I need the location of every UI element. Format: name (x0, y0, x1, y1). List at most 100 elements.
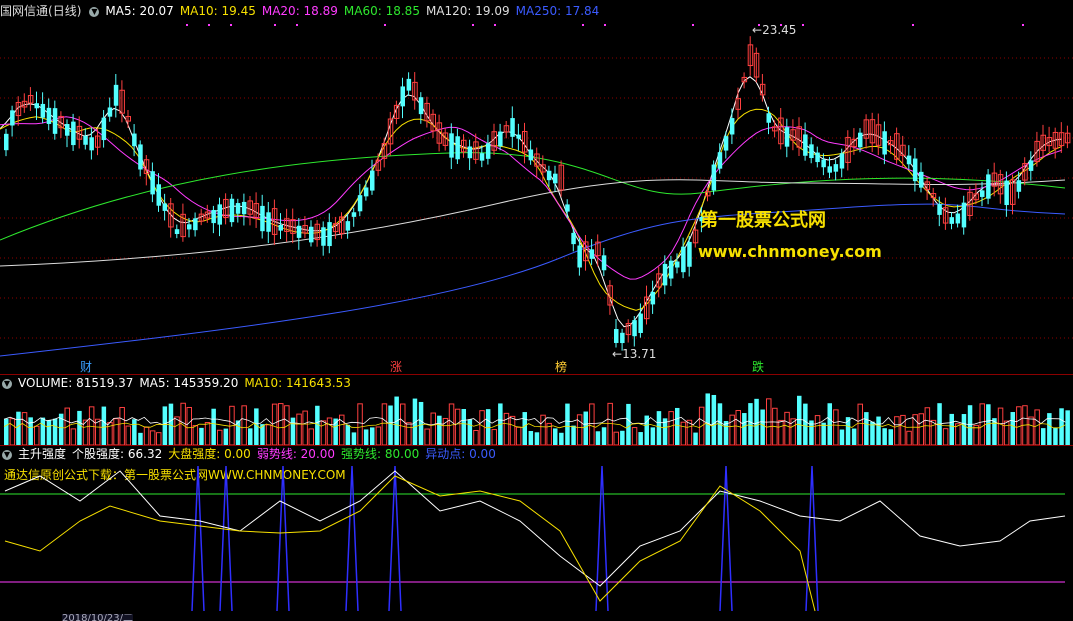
volume-bar (607, 402, 613, 445)
volume-bar (16, 411, 21, 445)
volume-bar (778, 419, 784, 445)
signal-marker (384, 24, 386, 26)
candle-body (363, 187, 369, 197)
volume-bar (1047, 413, 1052, 445)
candle-body (10, 110, 15, 126)
volume-bar (986, 404, 991, 445)
volume-bar (308, 428, 314, 445)
volume-bar (357, 403, 363, 445)
candle-body (711, 164, 717, 191)
volume-bar (4, 418, 9, 445)
event-tag-limit-down[interactable]: 跌 (752, 358, 764, 375)
candle-body (553, 173, 558, 184)
strength-indicator-chart[interactable] (0, 461, 1073, 621)
volume-bar (576, 414, 583, 445)
volume-bar (583, 411, 588, 445)
candle-body (40, 103, 46, 118)
volume-bar (1003, 420, 1010, 445)
chevron-down-icon[interactable]: ▼ (89, 6, 100, 17)
candle-body (327, 222, 332, 247)
candle-body (187, 224, 192, 230)
candle-body (455, 136, 460, 160)
anomaly-point-label: 异动点: 0.00 (425, 447, 496, 461)
candle-body (321, 227, 326, 246)
candle-body (467, 146, 473, 159)
candle-body (65, 124, 70, 136)
candle-body (955, 213, 961, 224)
volume-bar (125, 425, 131, 445)
candle-body (156, 184, 161, 206)
candle-body (193, 218, 198, 231)
volume-bar (345, 424, 351, 445)
candle-body (150, 171, 155, 195)
candle-body (632, 320, 637, 337)
candle-body (784, 127, 790, 147)
signal-marker (186, 24, 188, 26)
event-tag-ranking[interactable]: 榜 (555, 358, 567, 375)
candle-body (937, 204, 942, 215)
volume-bar (748, 403, 753, 445)
volume-bar (156, 432, 162, 445)
ma120-label: MA120: 19.09 (425, 4, 510, 18)
volume-bar (851, 428, 857, 445)
volume-bar (248, 428, 253, 445)
low-price-label: ←13.71 (612, 347, 657, 361)
volume-bar (888, 429, 893, 445)
volume-bar (894, 416, 900, 445)
volume-bar (814, 415, 821, 445)
volume-bar (601, 427, 607, 445)
volume-bar (735, 410, 741, 445)
volume-bar (571, 425, 576, 445)
chevron-down-icon[interactable]: ▼ (2, 449, 12, 460)
volume-bar (162, 406, 168, 445)
candle-body (418, 97, 424, 115)
candle-body (1016, 180, 1022, 192)
candle-body (498, 131, 503, 147)
market-strength-line (4, 475, 816, 612)
chevron-down-icon[interactable]: ▼ (2, 378, 12, 389)
volume-bar (528, 431, 534, 445)
volume-bar (370, 427, 375, 445)
candle-body (357, 195, 363, 212)
volume-bar-chart[interactable] (0, 390, 1073, 445)
candle-body (723, 136, 729, 151)
candle-body (266, 212, 271, 232)
candle-body (833, 164, 839, 172)
volume-bar (265, 424, 272, 445)
candle-body (528, 149, 534, 161)
candle-body (52, 108, 58, 134)
volume-bar (302, 410, 308, 445)
candle-body (309, 226, 314, 243)
event-tag-limit-up[interactable]: 涨 (390, 358, 402, 375)
volume-bar (437, 415, 442, 445)
candle-body (827, 166, 832, 173)
candle-body (949, 217, 954, 224)
volume-bar (381, 403, 388, 445)
volume-label: VOLUME: 81519.37 (18, 376, 134, 390)
volume-bar (942, 428, 949, 445)
candle-body (882, 131, 887, 155)
volume-bar (930, 419, 937, 445)
candle-body (961, 202, 967, 228)
volume-bar (1010, 412, 1015, 445)
volume-bar (101, 406, 107, 445)
volume-bar (534, 432, 540, 445)
candle-body (577, 245, 582, 268)
candle-body (681, 246, 686, 273)
candle-body (516, 134, 521, 139)
volume-bar (997, 407, 1004, 445)
volume-bar (278, 403, 284, 445)
watermark-title: 第一股票公式网 (700, 210, 826, 231)
volume-bar (1065, 410, 1070, 445)
candle-body (565, 204, 570, 212)
price-candlestick-chart[interactable] (0, 18, 1073, 374)
volume-bar (742, 413, 747, 445)
volume-bar (882, 428, 887, 445)
volume-bar (503, 412, 510, 445)
volume-bar (424, 428, 430, 445)
event-tag-finance[interactable]: 财 (80, 358, 92, 375)
anomaly-spike (345, 465, 359, 612)
candle-body (1028, 160, 1034, 171)
volume-bar (760, 409, 765, 445)
volume-bar (906, 430, 912, 445)
